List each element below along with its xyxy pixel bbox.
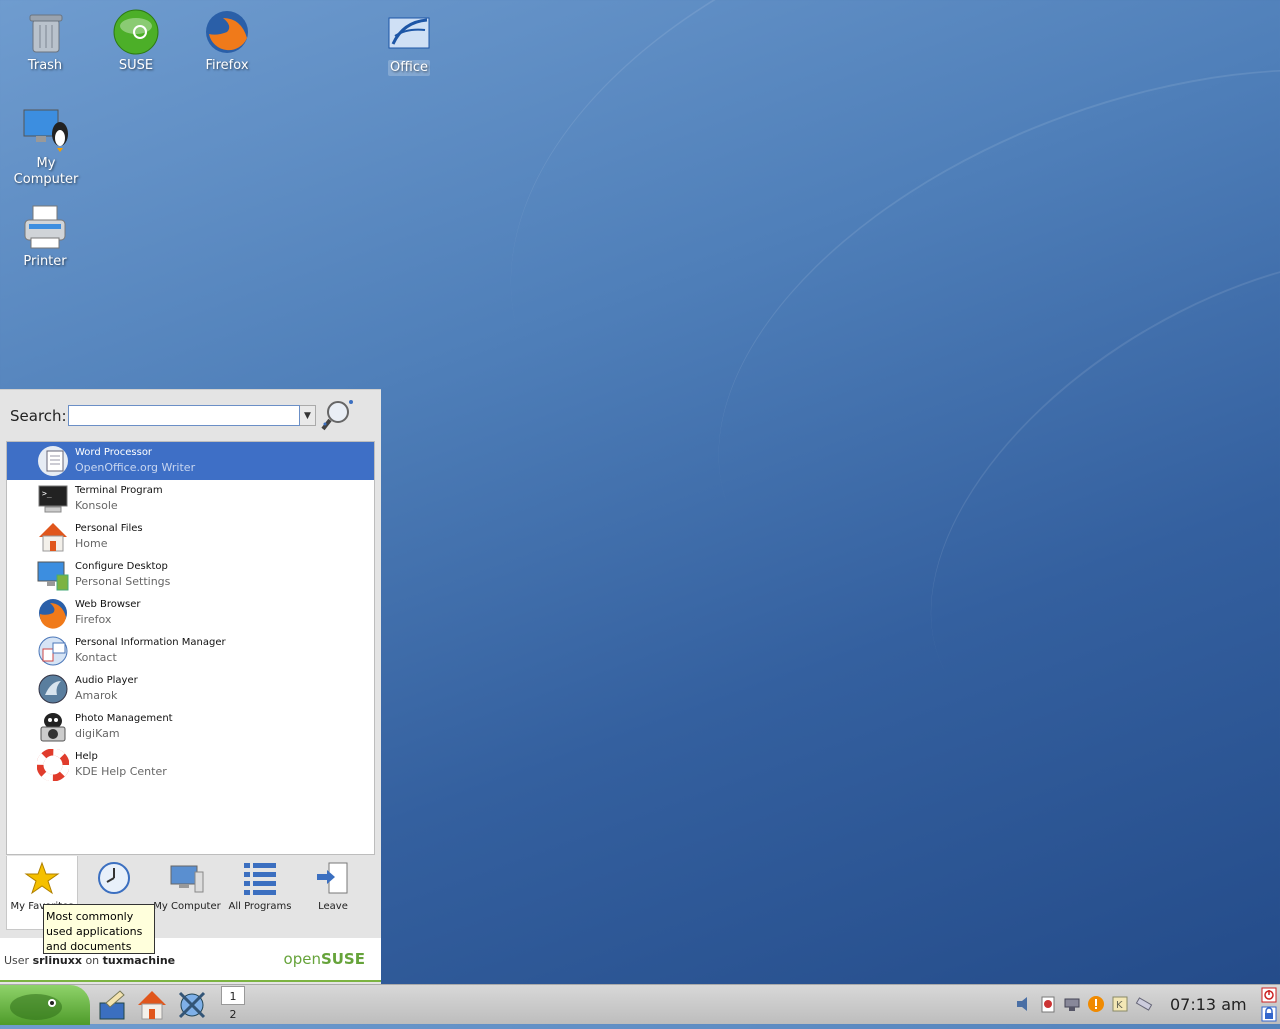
user-prefix: User	[4, 954, 30, 967]
gecko-icon	[10, 994, 62, 1020]
firefox-icon	[203, 8, 251, 56]
desktop-icon-firefox[interactable]: Firefox	[187, 8, 267, 74]
trash-icon	[21, 8, 69, 56]
item-title: Configure Desktop	[75, 561, 168, 572]
kontact-icon	[37, 635, 69, 667]
item-title: Word Processor	[75, 447, 153, 458]
list-item-configure-desktop[interactable]: Configure Desktop Personal Settings	[7, 556, 374, 594]
tab-leave[interactable]: Leave	[297, 856, 369, 934]
item-subtitle: Firefox	[75, 613, 112, 626]
desktop-icon-label: Printer	[23, 254, 67, 269]
desktop-icon-label: Office	[388, 60, 430, 76]
tab-all-programs[interactable]: All Programs	[224, 856, 296, 934]
printer-icon	[21, 204, 69, 252]
item-title: Photo Management	[75, 713, 173, 724]
search-row: Search: ▼	[0, 390, 381, 440]
warning-icon[interactable]	[1087, 995, 1105, 1013]
volume-icon[interactable]	[1015, 995, 1033, 1013]
hostname: tuxmachine	[102, 954, 176, 967]
clock-icon	[96, 860, 132, 896]
tab-label: My Computer	[153, 901, 221, 912]
item-title: Personal Files	[75, 523, 143, 534]
desktop-icon-label: My Computer	[13, 156, 79, 187]
tab-my-computer[interactable]: My Computer	[151, 856, 223, 934]
konqueror-icon[interactable]	[176, 989, 208, 1021]
item-subtitle: Personal Settings	[75, 575, 171, 588]
item-subtitle: digiKam	[75, 727, 120, 740]
clock[interactable]: 07:13 am	[1170, 995, 1247, 1014]
digikam-icon	[37, 711, 69, 743]
desktop-pager-1[interactable]: 1	[221, 986, 245, 1005]
search-history-dropdown[interactable]: ▼	[300, 405, 316, 426]
leave-icon	[315, 860, 351, 896]
list-item-word-processor[interactable]: Word Processor OpenOffice.org Writer	[7, 442, 374, 480]
kde-wallet-icon[interactable]: K	[1111, 995, 1129, 1013]
usb-device-icon[interactable]	[1135, 995, 1153, 1013]
settings-icon	[37, 559, 69, 591]
star-icon	[24, 860, 60, 896]
desktop-icon-label: SUSE	[118, 58, 154, 73]
svg-text:>_: >_	[42, 489, 52, 498]
amarok-icon	[37, 673, 69, 705]
desktop-icon-printer[interactable]: Printer	[5, 204, 85, 270]
klipper-icon[interactable]	[1039, 995, 1057, 1013]
item-subtitle: Amarok	[75, 689, 118, 702]
desktop-icon-office[interactable]: Office	[369, 8, 449, 76]
search-input[interactable]	[68, 405, 300, 426]
tab-label: Leave	[318, 901, 348, 912]
write-icon[interactable]	[96, 989, 128, 1021]
taskbar: 1 2 K 07:13 am	[0, 984, 1280, 1025]
computer-icon	[169, 860, 205, 896]
item-subtitle: Home	[75, 537, 108, 550]
desktop-icon-label: Trash	[27, 58, 63, 73]
item-title: Audio Player	[75, 675, 138, 686]
desktop-icon-label: Firefox	[205, 58, 249, 73]
list-item-pim[interactable]: Personal Information Manager Kontact	[7, 632, 374, 670]
writer-icon	[37, 445, 69, 477]
item-title: Help	[75, 751, 98, 762]
shutdown-icon[interactable]	[1261, 987, 1277, 1003]
home-icon[interactable]	[136, 989, 168, 1021]
item-subtitle: Konsole	[75, 499, 118, 512]
desktop-icon-my-computer[interactable]: My Computer	[6, 106, 86, 188]
start-menu: Search: ▼ Word Processor OpenOffice.org …	[0, 389, 381, 984]
home-icon	[37, 521, 69, 553]
item-subtitle: KDE Help Center	[75, 765, 167, 778]
opensuse-logo: openSUSE	[283, 950, 365, 968]
item-title: Web Browser	[75, 599, 141, 610]
desktop-icon-trash[interactable]: Trash	[5, 8, 85, 74]
desktop-icon-suse[interactable]: SUSE	[96, 8, 176, 74]
list-item-help[interactable]: Help KDE Help Center	[7, 746, 374, 784]
list-icon	[242, 860, 278, 896]
favorites-list: Word Processor OpenOffice.org Writer >_ …	[6, 441, 375, 855]
list-item-personal-files[interactable]: Personal Files Home	[7, 518, 374, 556]
terminal-icon: >_	[37, 483, 69, 515]
tooltip: Most commonly used applications and docu…	[43, 904, 155, 954]
tab-label: All Programs	[228, 901, 292, 912]
item-title: Personal Information Manager	[75, 637, 226, 648]
network-icon[interactable]	[1063, 995, 1081, 1013]
office-icon	[385, 8, 433, 56]
desktop-pager-2[interactable]: 2	[221, 1005, 245, 1024]
list-item-audio-player[interactable]: Audio Player Amarok	[7, 670, 374, 708]
search-label: Search:	[10, 407, 67, 425]
item-subtitle: Kontact	[75, 651, 117, 664]
username: srlinuxx	[32, 954, 82, 967]
computer-icon	[22, 106, 70, 154]
item-subtitle: OpenOffice.org Writer	[75, 461, 196, 474]
suse-icon	[112, 8, 160, 56]
list-item-terminal[interactable]: >_ Terminal Program Konsole	[7, 480, 374, 518]
svg-text:K: K	[1116, 1000, 1123, 1011]
list-item-photo-management[interactable]: Photo Management digiKam	[7, 708, 374, 746]
start-button[interactable]	[0, 985, 90, 1025]
list-item-web-browser[interactable]: Web Browser Firefox	[7, 594, 374, 632]
item-title: Terminal Program	[75, 485, 163, 496]
on-word: on	[85, 954, 100, 967]
search-icon[interactable]	[320, 398, 356, 434]
user-info: User srlinuxx on tuxmachine	[4, 954, 175, 967]
help-icon	[36, 748, 70, 782]
lock-icon[interactable]	[1261, 1006, 1277, 1022]
firefox-icon	[37, 597, 69, 629]
